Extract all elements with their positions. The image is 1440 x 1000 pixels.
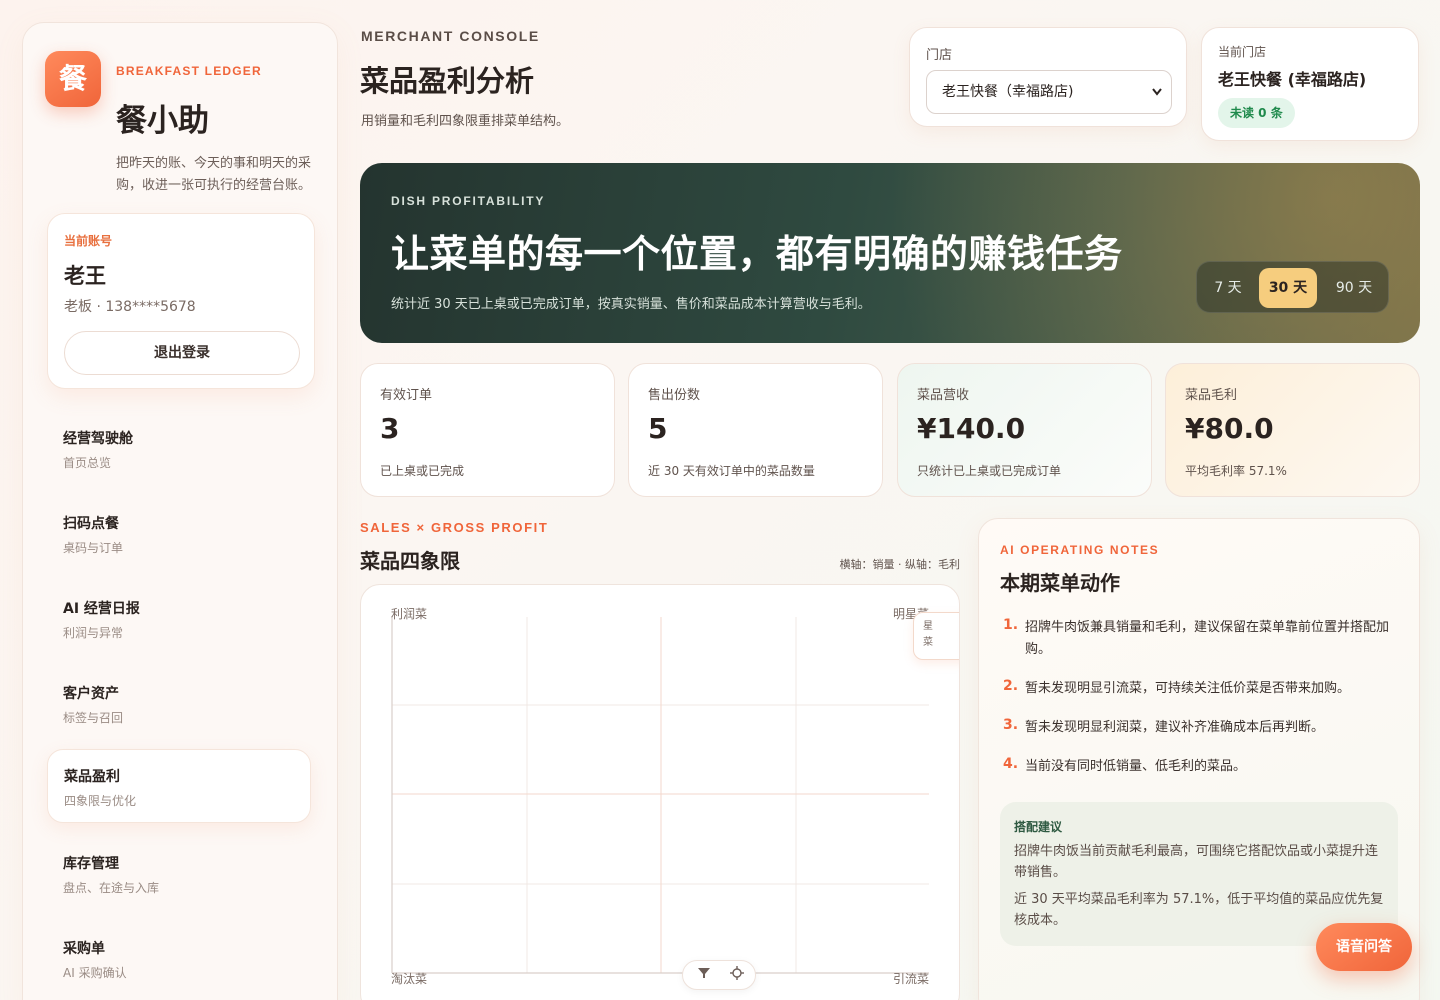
kpi-note: 只统计已上桌或已完成订单 — [917, 464, 1062, 478]
kpi-note: 已上桌或已完成 — [380, 464, 465, 478]
account-meta: 老板 · 138****5678 — [64, 299, 196, 315]
kpi-dish-revenue: 菜品营收 ¥140.0 只统计已上桌或已完成订单 — [897, 363, 1152, 497]
filter-icon[interactable] — [694, 966, 714, 986]
quadrant-label-profit: 利润菜 — [391, 607, 428, 621]
brand-logo: 餐 — [45, 51, 101, 107]
note-number: 3. — [1003, 717, 1019, 733]
unread-badge[interactable]: 未读 0 条 — [1218, 98, 1295, 128]
hero-title: 让菜单的每一个位置，都有明确的赚钱任务 — [391, 232, 1123, 276]
sidebar-item-title: 库存管理 — [63, 856, 119, 872]
range-30d-button[interactable]: 30 天 — [1259, 268, 1317, 308]
sidebar-item-title: 扫码点餐 — [63, 516, 119, 532]
kpi-label: 售出份数 — [648, 388, 701, 403]
brand-name: 餐小助 — [116, 103, 209, 139]
sidebar-item-title: 采购单 — [63, 941, 105, 957]
sidebar-item-cockpit[interactable]: 经营驾驶舱 首页总览 — [47, 412, 311, 486]
quadrant-chart[interactable]: 利润菜 明星菜 淘汰菜 引流菜 星菜 — [360, 584, 960, 1000]
sidebar-item-customers[interactable]: 客户资产 标签与召回 — [47, 667, 311, 741]
note-number: 1. — [1003, 617, 1019, 633]
range-90d-button[interactable]: 90 天 — [1325, 268, 1383, 308]
sidebar-item-title: 经营驾驶舱 — [63, 431, 133, 447]
kpi-items-sold: 售出份数 5 近 30 天有效订单中的菜品数量 — [628, 363, 883, 497]
sidebar-item-subtitle: 利润与异常 — [63, 626, 124, 640]
current-store-card: 当前门店 老王快餐 (幸福路店) 未读 0 条 — [1201, 27, 1419, 141]
range-7d-button[interactable]: 7 天 — [1205, 268, 1251, 308]
current-store-label: 当前门店 — [1218, 45, 1267, 59]
quadrant-title: 菜品四象限 — [360, 549, 460, 573]
account-card: 当前账号 老王 老板 · 138****5678 退出登录 — [47, 213, 315, 389]
store-select-value: 老王快餐（幸福路店) — [942, 84, 1074, 100]
note-number: 4. — [1003, 756, 1019, 772]
chart-toolbar — [682, 960, 756, 990]
kpi-gross-profit: 菜品毛利 ¥80.0 平均毛利率 57.1% — [1165, 363, 1420, 497]
account-label: 当前账号 — [64, 234, 113, 248]
sidebar-item-subtitle: 桌码与订单 — [63, 541, 124, 555]
kpi-label: 有效订单 — [380, 388, 433, 403]
sidebar-item-subtitle: 标签与召回 — [63, 711, 124, 725]
notes-eyebrow: AI OPERATING NOTES — [1000, 543, 1160, 557]
sidebar-item-subtitle: 四象限与优化 — [64, 794, 137, 808]
kpi-label: 菜品营收 — [917, 388, 970, 403]
quadrant-label-eliminate: 淘汰菜 — [391, 972, 428, 986]
kpi-value: ¥140.0 — [917, 412, 1026, 445]
kpi-value: ¥80.0 — [1185, 412, 1274, 445]
sidebar-item-title: 菜品盈利 — [64, 769, 120, 785]
sidebar-item-purchase-orders[interactable]: 采购单 AI 采购确认 — [47, 922, 311, 996]
brand-eyebrow: BREAKFAST LEDGER — [116, 64, 262, 78]
store-picker-label: 门店 — [926, 48, 953, 63]
note-text: 当前没有同时低销量、低毛利的菜品。 — [1025, 759, 1247, 774]
logout-button[interactable]: 退出登录 — [64, 331, 300, 375]
sidebar-item-dish-profit[interactable]: 菜品盈利 四象限与优化 — [47, 749, 311, 823]
dish-point-tooltip-text: 星菜 — [923, 621, 933, 648]
page-subtitle: 用销量和毛利四象限重排菜单结构。 — [361, 114, 570, 129]
page-eyebrow: MERCHANT CONSOLE — [361, 28, 540, 44]
hero-banner: DISH PROFITABILITY 让菜单的每一个位置，都有明确的赚钱任务 统… — [360, 163, 1420, 343]
dish-point-tooltip[interactable]: 星菜 — [913, 612, 959, 660]
sidebar-item-subtitle: 首页总览 — [63, 456, 112, 470]
note-number: 2. — [1003, 678, 1019, 694]
quadrant-label-traffic: 引流菜 — [893, 972, 930, 986]
voice-qa-button[interactable]: 语音问答 — [1316, 923, 1412, 971]
notes-title: 本期菜单动作 — [1000, 571, 1120, 595]
combo-text: 招牌牛肉饭当前贡献毛利最高，可围绕它搭配饮品或小菜提升连带销售。 — [1014, 844, 1379, 880]
hero-subtitle: 统计近 30 天已上桌或已完成订单，按真实销量、售价和菜品成本计算营收与毛利。 — [391, 297, 871, 312]
chevron-down-icon — [1151, 71, 1163, 130]
store-picker-card: 门店 老王快餐（幸福路店) — [909, 27, 1187, 127]
date-range-toggle: 7 天 30 天 90 天 — [1196, 261, 1389, 313]
kpi-value: 3 — [380, 412, 400, 445]
account-name: 老王 — [64, 264, 106, 288]
kpi-value: 5 — [648, 412, 668, 445]
note-text: 暂未发现明显利润菜，建议补齐准确成本后再判断。 — [1025, 720, 1325, 735]
sidebar-item-subtitle: 盘点、在途与入库 — [63, 881, 160, 895]
sidebar-item-title: AI 经营日报 — [63, 601, 140, 617]
page-title: 菜品盈利分析 — [360, 64, 535, 98]
sidebar-item-qr-ordering[interactable]: 扫码点餐 桌码与订单 — [47, 497, 311, 571]
crosshair-icon[interactable] — [727, 966, 747, 986]
hero-eyebrow: DISH PROFITABILITY — [391, 194, 546, 208]
kpi-label: 菜品毛利 — [1185, 388, 1238, 403]
note-text: 招牌牛肉饭兼具销量和毛利，建议保留在菜单靠前位置并搭配加购。 — [1025, 620, 1390, 657]
combo-title: 搭配建议 — [1014, 820, 1063, 834]
sidebar-item-inventory[interactable]: 库存管理 盘点、在途与入库 — [47, 837, 311, 911]
sidebar-item-title: 客户资产 — [63, 686, 119, 702]
kpi-note: 近 30 天有效订单中的菜品数量 — [648, 464, 815, 478]
kpi-valid-orders: 有效订单 3 已上桌或已完成 — [360, 363, 615, 497]
note-text: 暂未发现明显引流菜，可持续关注低价菜是否带来加购。 — [1025, 681, 1351, 696]
store-select[interactable]: 老王快餐（幸福路店) — [926, 70, 1172, 114]
kpi-note: 平均毛利率 57.1% — [1185, 464, 1287, 478]
quadrant-axis-note: 横轴：销量 · 纵轴：毛利 — [839, 558, 961, 571]
sidebar-item-subtitle: AI 采购确认 — [63, 966, 127, 980]
current-store-name: 老王快餐 (幸福路店) — [1218, 70, 1367, 89]
sidebar: 餐 BREAKFAST LEDGER 餐小助 把昨天的账、今天的事和明天的采购，… — [22, 22, 338, 1000]
quadrant-eyebrow: SALES × GROSS PROFIT — [360, 520, 549, 535]
quadrant-grid — [391, 617, 929, 974]
brand-tagline: 把昨天的账、今天的事和明天的采购，收进一张可执行的经营台账。 — [116, 156, 312, 193]
sidebar-item-ai-daily-report[interactable]: AI 经营日报 利润与异常 — [47, 582, 311, 656]
